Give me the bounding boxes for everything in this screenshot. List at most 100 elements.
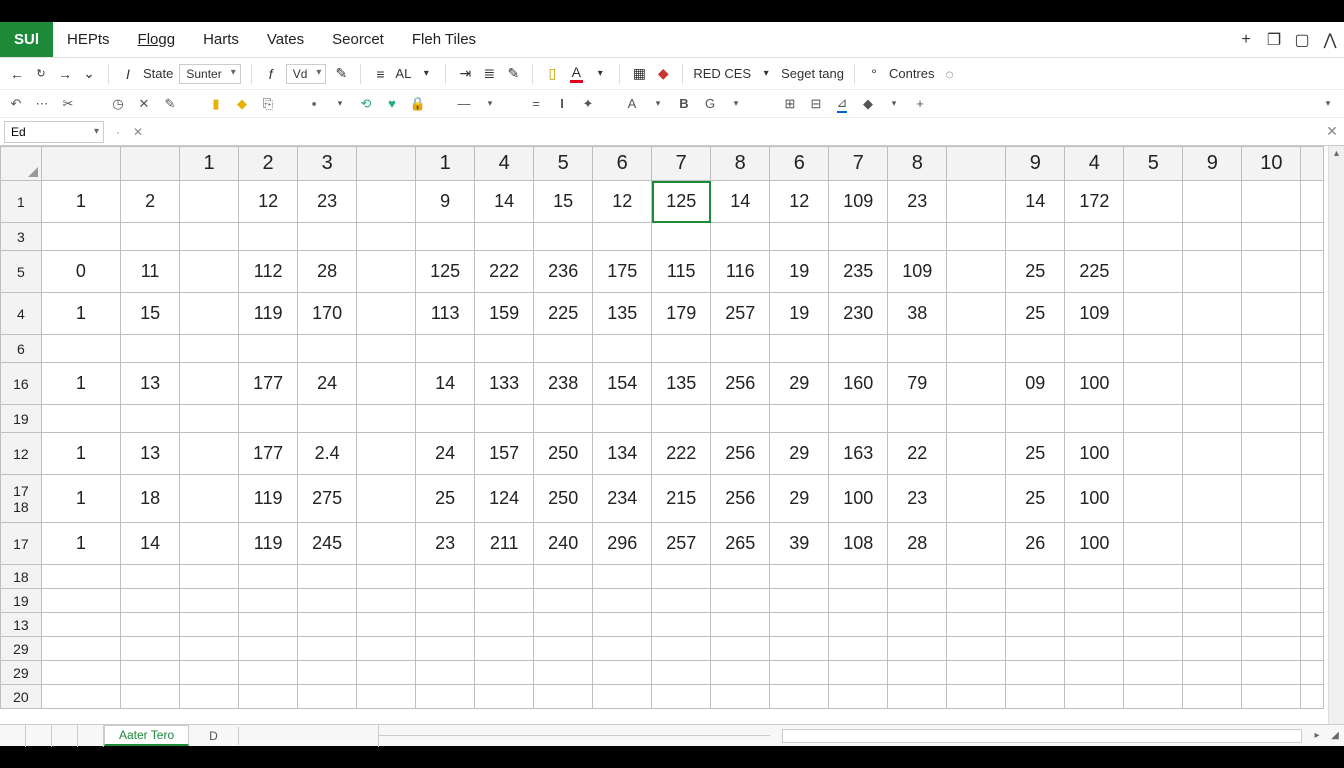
column-header[interactable]: 5: [1124, 147, 1183, 181]
cell[interactable]: [357, 661, 416, 685]
cell[interactable]: [534, 565, 593, 589]
cell[interactable]: [1301, 637, 1324, 661]
cell[interactable]: [41, 637, 120, 661]
horizontal-scrollbar[interactable]: [782, 729, 1302, 743]
cell[interactable]: 119: [239, 293, 298, 335]
cell[interactable]: [1183, 405, 1242, 433]
globe-icon[interactable]: ◷: [110, 96, 126, 112]
bold-icon[interactable]: B: [676, 96, 692, 112]
vertical-scrollbar[interactable]: ▴: [1328, 146, 1344, 724]
cell[interactable]: [770, 637, 829, 661]
cell[interactable]: [1183, 335, 1242, 363]
cell[interactable]: [888, 589, 947, 613]
cell[interactable]: 28: [298, 251, 357, 293]
cell[interactable]: [593, 661, 652, 685]
column-header[interactable]: [121, 147, 180, 181]
cell[interactable]: [711, 685, 770, 709]
cell[interactable]: [711, 335, 770, 363]
dropdown-icon[interactable]: ⌄: [80, 65, 98, 83]
seget-label[interactable]: Seget tang: [781, 66, 844, 81]
cell[interactable]: [947, 293, 1006, 335]
cell[interactable]: [298, 589, 357, 613]
user-icon[interactable]: ⋀: [1316, 30, 1344, 50]
cell[interactable]: [1301, 661, 1324, 685]
cell[interactable]: [947, 523, 1006, 565]
cell[interactable]: [298, 685, 357, 709]
cell[interactable]: [1065, 223, 1124, 251]
cell[interactable]: 256: [711, 433, 770, 475]
cell[interactable]: [239, 613, 298, 637]
cell[interactable]: [416, 637, 475, 661]
resize-corner-icon[interactable]: ◢: [1326, 730, 1344, 741]
cell[interactable]: 100: [1065, 523, 1124, 565]
cell[interactable]: [1006, 565, 1065, 589]
cell[interactable]: [829, 223, 888, 251]
cell[interactable]: [121, 685, 180, 709]
cell[interactable]: 115: [652, 251, 711, 293]
cell[interactable]: [711, 223, 770, 251]
cell[interactable]: [534, 637, 593, 661]
cell[interactable]: 09: [1006, 363, 1065, 405]
line-icon[interactable]: —: [456, 96, 472, 112]
column-header[interactable]: [357, 147, 416, 181]
cell[interactable]: [1065, 405, 1124, 433]
cell[interactable]: [1301, 335, 1324, 363]
cell[interactable]: [41, 589, 120, 613]
cell[interactable]: [652, 223, 711, 251]
cell[interactable]: [652, 565, 711, 589]
cell[interactable]: [121, 405, 180, 433]
chevron-down-icon[interactable]: ▾: [482, 96, 498, 112]
cell[interactable]: [1006, 405, 1065, 433]
cell[interactable]: [1183, 363, 1242, 405]
cell[interactable]: [888, 685, 947, 709]
cell[interactable]: [888, 613, 947, 637]
cell[interactable]: 234: [593, 475, 652, 523]
column-header[interactable]: [1301, 147, 1324, 181]
cell[interactable]: 100: [1065, 363, 1124, 405]
restore-icon[interactable]: ❐: [1260, 30, 1288, 50]
cell[interactable]: 245: [298, 523, 357, 565]
cell[interactable]: 0: [41, 251, 120, 293]
cell[interactable]: [1301, 523, 1324, 565]
cell[interactable]: 256: [711, 363, 770, 405]
cell[interactable]: 25: [1006, 293, 1065, 335]
cell[interactable]: [121, 661, 180, 685]
menu-seorcet[interactable]: Seorcet: [318, 31, 398, 48]
cell[interactable]: [41, 335, 120, 363]
cell[interactable]: [770, 661, 829, 685]
table-icon[interactable]: ▦: [630, 65, 648, 83]
user-small-icon[interactable]: °: [865, 65, 883, 83]
add-icon[interactable]: +: [912, 96, 928, 112]
cell[interactable]: [475, 637, 534, 661]
cell[interactable]: [416, 613, 475, 637]
cell[interactable]: [298, 613, 357, 637]
column-header[interactable]: 6: [593, 147, 652, 181]
cell[interactable]: [475, 589, 534, 613]
row-header[interactable]: 4: [1, 293, 42, 335]
cell[interactable]: 28: [888, 523, 947, 565]
cell[interactable]: [121, 613, 180, 637]
chevron-down-icon[interactable]: ▾: [417, 65, 435, 83]
close-panel-icon[interactable]: ✕: [1320, 123, 1344, 140]
cell[interactable]: [180, 475, 239, 523]
cell[interactable]: 29: [770, 433, 829, 475]
cell[interactable]: 1: [41, 475, 120, 523]
cell[interactable]: 256: [711, 475, 770, 523]
cell[interactable]: [947, 405, 1006, 433]
cell[interactable]: [180, 661, 239, 685]
cell[interactable]: 13: [121, 433, 180, 475]
cell[interactable]: [947, 475, 1006, 523]
indent-icon[interactable]: ⇥: [456, 65, 474, 83]
cell[interactable]: [239, 661, 298, 685]
circle-icon[interactable]: ◌: [941, 65, 959, 83]
cell[interactable]: 159: [475, 293, 534, 335]
row-header[interactable]: 6: [1, 335, 42, 363]
chevron-down-icon[interactable]: ▾: [332, 96, 348, 112]
row-header[interactable]: 5: [1, 251, 42, 293]
cell[interactable]: [357, 685, 416, 709]
cell[interactable]: 170: [298, 293, 357, 335]
menu-hepts[interactable]: HEPts: [53, 31, 124, 48]
cell[interactable]: 179: [652, 293, 711, 335]
cell[interactable]: 133: [475, 363, 534, 405]
tab-nav[interactable]: [0, 725, 104, 747]
